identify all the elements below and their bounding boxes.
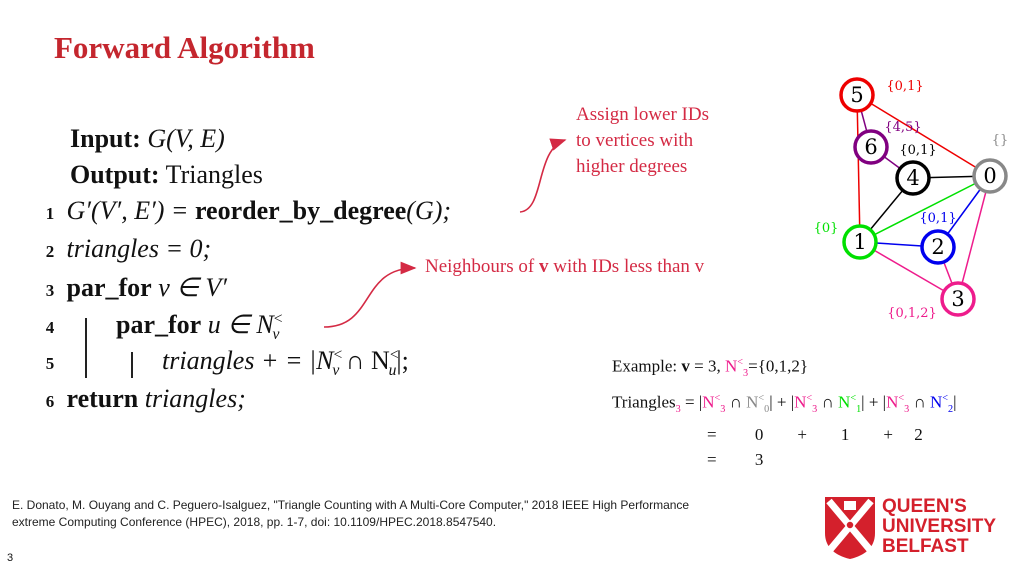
example-term: = | xyxy=(680,392,703,412)
node-label: 4 xyxy=(906,166,919,190)
example-term: < xyxy=(758,393,765,405)
edge-5-1 xyxy=(856,94,861,243)
node-neighbour-set: {} xyxy=(992,133,1009,148)
node-neighbour-set: {0,1,2} xyxy=(887,306,937,321)
example-term: v xyxy=(681,356,690,376)
citation: E. Donato, M. Ouyang and C. Peguero-Isal… xyxy=(12,497,689,531)
example-term: < xyxy=(737,357,744,368)
example-term: N xyxy=(725,356,738,376)
example-term: < xyxy=(942,393,949,405)
example-term: ∩ xyxy=(725,392,747,412)
citation-line: E. Donato, M. Ouyang and C. Peguero-Isal… xyxy=(12,498,690,512)
example-term: = 3, xyxy=(689,356,725,376)
example-term: Example: xyxy=(612,356,682,376)
node-neighbour-set: {0} xyxy=(814,221,839,236)
example-term: N xyxy=(794,392,807,412)
node-label: 0 xyxy=(983,164,996,188)
example-term: ∩ xyxy=(817,392,839,412)
example-term: N xyxy=(702,392,715,412)
qub-crest-logo xyxy=(825,497,875,559)
page-number: 3 xyxy=(7,552,14,564)
example-block: Example: v = 3, N<3={0,1,2} Triangles3 =… xyxy=(612,350,957,472)
example-line-2: Triangles3 = |N<3 ∩ N<0| + |N<3 ∩ N<1| +… xyxy=(612,386,957,422)
qub-logo-text: QUEEN'S UNIVERSITY BELFAST xyxy=(882,497,996,557)
node-neighbour-set: {0,1} xyxy=(919,211,956,226)
example-term: < xyxy=(850,393,857,405)
example-term: | + | xyxy=(769,392,795,412)
node-label: 1 xyxy=(853,230,866,254)
logo-line: QUEEN'S xyxy=(882,496,967,517)
node-label: 2 xyxy=(931,235,944,259)
node-label: 6 xyxy=(864,135,877,159)
example-term: < xyxy=(714,393,721,405)
node-label: 3 xyxy=(951,287,964,311)
logo-line: UNIVERSITY xyxy=(882,516,997,537)
example-line-3: = 0 + 1 + 2 xyxy=(707,425,923,445)
example-term: < xyxy=(898,393,905,405)
example-term: ∩ xyxy=(909,392,930,412)
edge-0-3 xyxy=(957,175,991,300)
example-term: N xyxy=(746,392,759,412)
example-term: | xyxy=(953,392,957,412)
node-neighbour-set: {0,1} xyxy=(899,143,936,158)
example-term: N xyxy=(929,392,943,412)
logo-line: BELFAST xyxy=(882,536,969,557)
graph-diagram: 0 {} 1 {0} 2 {0,1} 3 {0,1,2} 4 {0,1} 5 {0,1} 6 {4,5} xyxy=(814,77,1009,321)
example-term: N xyxy=(886,392,899,412)
example-term: N xyxy=(838,392,851,412)
node-neighbour-set: {0,1} xyxy=(886,79,923,94)
node-label: 5 xyxy=(850,83,863,107)
example-term: < xyxy=(806,393,813,405)
node-neighbour-set: {4,5} xyxy=(884,120,921,135)
example-term: Triangles xyxy=(612,392,676,412)
example-line-4: = 3 xyxy=(707,450,764,470)
example-line-1: Example: v = 3, N<3={0,1,2} xyxy=(612,350,957,386)
example-term: ={0,1,2} xyxy=(748,356,809,376)
citation-line: extreme Computing Conference (HPEC), 201… xyxy=(12,515,497,529)
example-term: | + | xyxy=(861,392,887,412)
